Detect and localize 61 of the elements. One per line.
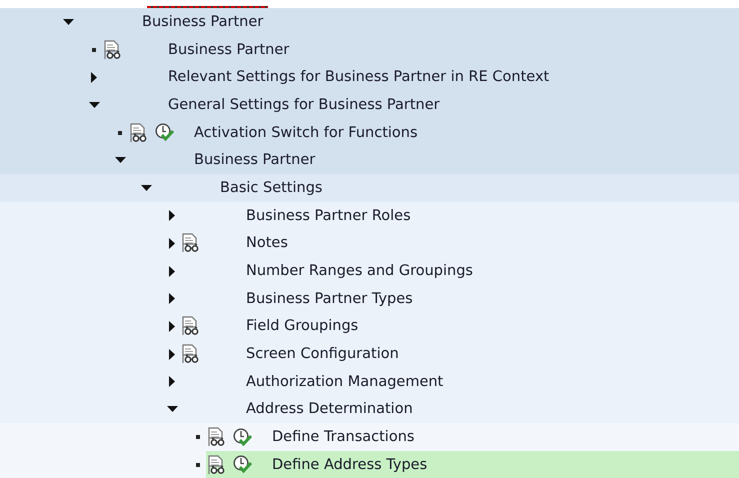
expand-caret-icon[interactable] <box>169 266 175 277</box>
row-selection[interactable]: Business Partner <box>102 36 739 64</box>
tree-item-label[interactable]: Business Partner <box>142 14 264 30</box>
collapse-caret-icon[interactable] <box>114 157 126 164</box>
row-selection[interactable]: Field Groupings <box>180 312 739 340</box>
tree-item-label[interactable]: Basic Settings <box>220 180 322 196</box>
document-glasses-icon[interactable] <box>104 40 122 60</box>
document-glasses-icon[interactable] <box>208 427 226 448</box>
row-selection[interactable]: Define Address Types <box>206 451 739 478</box>
tree-item-label[interactable]: Define Transactions <box>272 429 414 446</box>
bullet-icon <box>92 48 96 52</box>
row-selection[interactable]: Define Transactions <box>206 423 739 451</box>
bullet-icon <box>118 130 122 135</box>
row-selection[interactable]: Business Partner Types <box>180 284 739 313</box>
collapse-caret-icon[interactable] <box>62 18 74 25</box>
expand-caret-icon[interactable] <box>169 320 175 332</box>
tree-item-label[interactable]: Screen Configuration <box>246 346 399 362</box>
expand-caret-icon[interactable] <box>169 238 175 249</box>
expand-caret-icon[interactable] <box>169 293 175 304</box>
clock-check-icon[interactable] <box>155 123 174 142</box>
tree-item-label[interactable]: Activation Switch for Functions <box>194 124 418 141</box>
collapse-caret-icon[interactable] <box>88 102 100 108</box>
tree-item-label[interactable]: Business Partner Roles <box>246 208 411 224</box>
tree-item-label[interactable]: Authorization Management <box>246 374 444 390</box>
clock-check-icon[interactable] <box>233 455 252 474</box>
collapse-caret-icon[interactable] <box>140 184 152 191</box>
row-selection[interactable]: Basic Settings <box>154 174 739 202</box>
row-selection[interactable]: Notes <box>180 230 739 258</box>
row-selection[interactable]: Business Partner <box>128 146 739 174</box>
document-glasses-icon[interactable] <box>182 344 200 364</box>
expand-caret-icon[interactable] <box>169 210 175 222</box>
expand-caret-icon[interactable] <box>91 72 97 83</box>
row-selection[interactable]: General Settings for Business Partner <box>102 91 739 119</box>
document-glasses-icon[interactable] <box>208 454 226 475</box>
collapse-caret-icon[interactable] <box>166 406 178 412</box>
document-glasses-icon[interactable] <box>130 122 148 143</box>
row-selection[interactable]: Activation Switch for Functions <box>128 118 739 146</box>
tree-item-label[interactable]: Define Address Types <box>272 456 428 473</box>
row-selection[interactable]: Business Partner Roles <box>180 202 739 230</box>
clock-check-icon[interactable] <box>233 428 252 447</box>
row-selection[interactable]: Screen Configuration <box>180 340 739 368</box>
row-selection[interactable]: Address Determination <box>180 396 739 424</box>
tree-item-label[interactable]: Business Partner Types <box>246 290 413 307</box>
tree-item-label[interactable]: Field Groupings <box>246 318 358 334</box>
tree-item-label[interactable]: Number Ranges and Groupings <box>246 263 473 280</box>
row-selection[interactable]: Relevant Settings for Business Partner in RE Context <box>102 63 739 92</box>
row-selection[interactable]: Authorization Management <box>180 368 739 396</box>
expand-caret-icon[interactable] <box>169 376 175 388</box>
document-glasses-icon[interactable] <box>182 233 200 254</box>
tree-item-label[interactable]: Business Partner <box>194 152 316 168</box>
tree-item-label[interactable]: Notes <box>246 235 288 252</box>
tree-item-label[interactable]: Business Partner <box>168 42 290 58</box>
tree-item-label[interactable]: Relevant Settings for Business Partner in RE Context <box>168 69 550 86</box>
tree-item-label[interactable]: Address Determination <box>246 401 413 418</box>
bullet-icon <box>196 462 200 467</box>
expand-caret-icon[interactable] <box>169 348 175 360</box>
row-selection[interactable]: Number Ranges and Groupings <box>180 257 739 285</box>
bullet-icon <box>196 435 200 440</box>
row-selection[interactable]: Business Partner <box>76 8 739 36</box>
tree-item-label[interactable]: General Settings for Business Partner <box>168 96 440 113</box>
document-glasses-icon[interactable] <box>182 316 200 336</box>
